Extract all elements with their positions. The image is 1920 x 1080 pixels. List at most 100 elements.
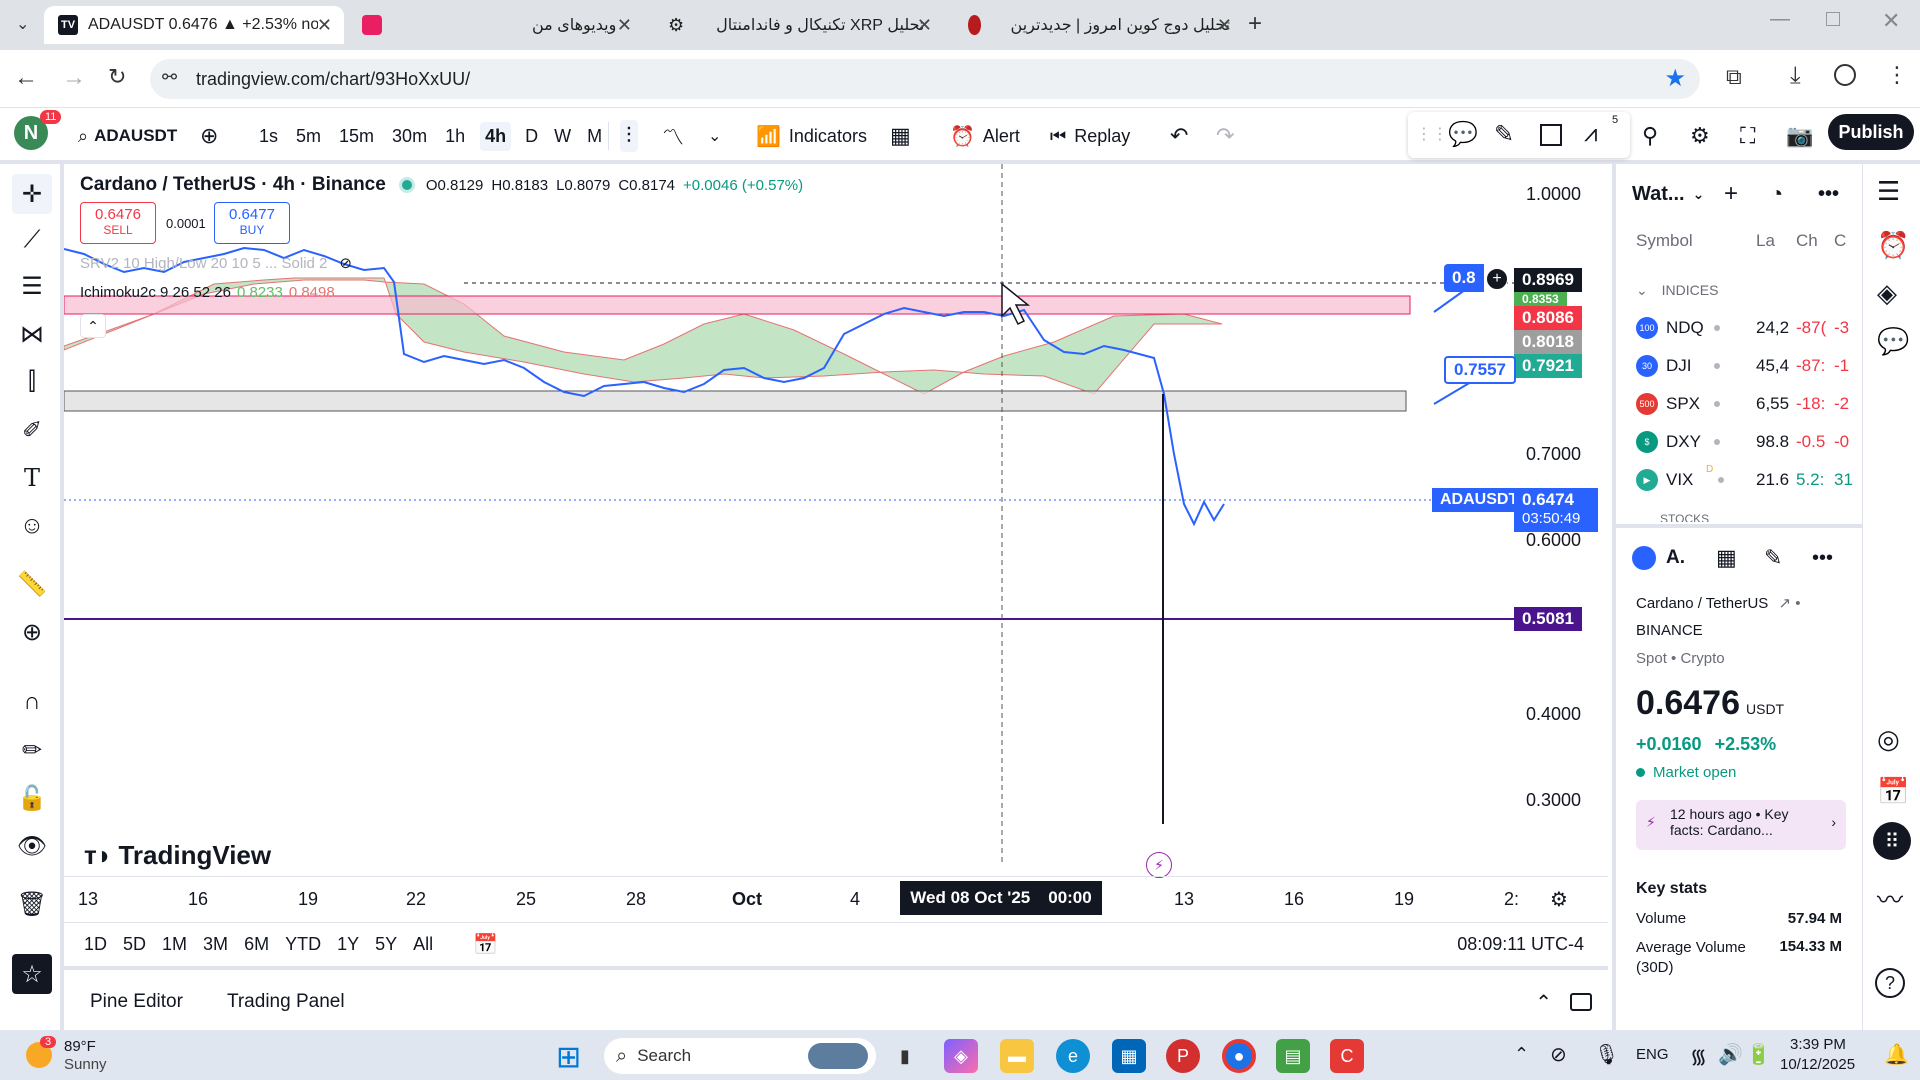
candles-chart-type-icon[interactable]: ⫶	[620, 120, 638, 152]
copilot-icon[interactable]: ◈	[944, 1039, 978, 1073]
emoji-icon[interactable]: ☺	[12, 506, 52, 546]
details-name[interactable]: Cardano / TetherUS ↗ •	[1636, 594, 1800, 612]
symbol-search-button[interactable]: ⌕ ADAUSDT	[78, 120, 177, 152]
col-chg[interactable]: Ch	[1796, 231, 1818, 251]
notification-bell-icon[interactable]: 🔔	[1884, 1042, 1909, 1067]
clock-date[interactable]: 10/12/2025	[1780, 1056, 1855, 1073]
mic-icon[interactable]: 🎙	[1594, 1042, 1619, 1067]
range-3m[interactable]: 3M	[203, 934, 228, 955]
buy-button[interactable]: 0.6477 BUY	[214, 202, 290, 244]
eye-icon[interactable]: 👁	[12, 826, 52, 866]
url-field[interactable]: ⚯ tradingview.com/chart/93HoXxUU/ ★	[150, 59, 1700, 99]
tab-search-chevron-icon[interactable]: ⌄	[16, 14, 29, 34]
watchlist-title[interactable]: Wat...	[1632, 183, 1685, 206]
details-more-icon[interactable]: •••	[1812, 547, 1833, 570]
watchlist-row[interactable]: 100 NDQ 24,2 -87(-3	[1616, 310, 1862, 346]
layout-grid-icon[interactable]: ▦	[890, 120, 911, 152]
favorites-star-icon[interactable]: ☆	[12, 954, 52, 994]
drag-handle-icon[interactable]: ⋮⋮	[1416, 124, 1448, 144]
advanced-view-icon[interactable]: ◔	[1770, 181, 1783, 207]
indicators-button[interactable]: 📶 Indicators	[756, 120, 867, 152]
interval-30m[interactable]: 30m	[392, 126, 427, 147]
target-icon[interactable]: ◎	[1877, 724, 1900, 755]
text-tool-icon[interactable]: T	[12, 458, 52, 498]
file-explorer-icon[interactable]: ▬	[1000, 1039, 1034, 1073]
rectangle-icon[interactable]	[1540, 124, 1562, 146]
brush-icon[interactable]: ✎	[1494, 120, 1514, 149]
callout-icon[interactable]: 💬	[1448, 120, 1478, 149]
settings-gear-icon[interactable]: ⚙	[1690, 120, 1710, 152]
watchlist-chevron-icon[interactable]: ⌄	[1693, 186, 1705, 203]
callout-label-top[interactable]: 0.8	[1444, 264, 1484, 292]
profile-icon[interactable]	[1834, 64, 1856, 86]
crosshair-icon[interactable]: ✛	[12, 174, 52, 214]
lightning-icon[interactable]: ⚡	[1146, 852, 1172, 878]
download-icon[interactable]: ⤓	[1790, 62, 1801, 90]
browser-tab-xrp[interactable]: ⚙ تحلیل XRP تکنیکال و فاندامنتال ✕	[644, 6, 944, 44]
interval-1h[interactable]: 1h	[445, 126, 465, 147]
interval-15m[interactable]: 15m	[339, 126, 374, 147]
tab-close-icon[interactable]: ✕	[917, 15, 932, 36]
interval-m[interactable]: M	[587, 126, 602, 147]
external-link-icon[interactable]: ↗ •	[1778, 595, 1800, 612]
quick-search-icon[interactable]: ⚲	[1642, 120, 1658, 152]
forecast-icon[interactable]: ⫿	[12, 362, 52, 402]
details-grid-icon[interactable]: ▦	[1716, 545, 1737, 571]
compare-plus-icon[interactable]: ⊕	[200, 120, 218, 152]
task-view-icon[interactable]: ▮	[888, 1039, 922, 1073]
chrome-icon[interactable]: ●	[1222, 1039, 1256, 1073]
app-red-icon[interactable]: C	[1330, 1039, 1364, 1073]
range-all[interactable]: All	[413, 934, 433, 955]
back-arrow-icon[interactable]: ←	[14, 64, 38, 92]
interval-w[interactable]: W	[554, 126, 571, 147]
apps-grid-icon[interactable]: ⠿	[1873, 822, 1911, 860]
pattern-icon[interactable]: ⩘	[1584, 120, 1598, 148]
app-p-icon[interactable]: P	[1166, 1039, 1200, 1073]
time-axis[interactable]: 13 16 19 22 25 28 Oct 4 Wed 08 Oct '25 0…	[64, 876, 1608, 922]
chart-pane[interactable]: Cardano / TetherUS · 4h · Binance O0.812…	[64, 164, 1608, 922]
col-last[interactable]: La	[1756, 231, 1775, 251]
tab-close-icon[interactable]: ✕	[617, 15, 632, 36]
chat-icon[interactable]: 💬	[1877, 326, 1909, 357]
expand-panel-icon[interactable]: ⌃	[1535, 990, 1552, 1015]
watchlist-row[interactable]: ▶ VIX D 21.6 5.2: 31	[1616, 462, 1862, 498]
line-chart-icon[interactable]: 〽	[662, 120, 684, 152]
tab-close-icon[interactable]: ✕	[1217, 15, 1232, 36]
trash-icon[interactable]: 🗑	[12, 884, 52, 924]
fib-retracement-icon[interactable]: ☰	[12, 266, 52, 306]
browser-tab-videos[interactable]: ویدیوهای من ✕	[344, 6, 644, 44]
bookmark-star-icon[interactable]: ★	[1664, 64, 1686, 93]
range-5y[interactable]: 5Y	[375, 934, 397, 955]
language-indicator[interactable]: ENG	[1636, 1046, 1669, 1063]
store-icon[interactable]: ▦	[1112, 1039, 1146, 1073]
more-options-icon[interactable]: •••	[1818, 183, 1839, 206]
layers-icon[interactable]: ◈	[1877, 278, 1897, 309]
interval-d[interactable]: D	[525, 126, 538, 147]
battery-icon[interactable]: 🔋	[1746, 1042, 1771, 1067]
interval-5m[interactable]: 5m	[296, 126, 321, 147]
range-ytd[interactable]: YTD	[285, 934, 321, 955]
edit-note-icon[interactable]: ✎	[1764, 545, 1782, 571]
col-symbol[interactable]: Symbol	[1636, 231, 1693, 251]
publish-button[interactable]: Publish	[1828, 114, 1914, 150]
replay-button[interactable]: ⏮ Replay	[1050, 120, 1130, 152]
add-symbol-plus-icon[interactable]: +	[1724, 180, 1738, 208]
edge-icon[interactable]: e	[1056, 1039, 1090, 1073]
indicator-legend-2[interactable]: Ichimoku2c 9 26 52 26 0.8233 0.8498	[80, 284, 335, 301]
range-1d[interactable]: 1D	[84, 934, 107, 955]
restore-icon[interactable]	[1826, 12, 1840, 26]
news-card[interactable]: ⚡ 12 hours ago • Key facts: Cardano... ›	[1636, 800, 1846, 850]
trading-panel-tab[interactable]: Trading Panel	[227, 991, 345, 1013]
interval-1s[interactable]: 1s	[259, 126, 278, 147]
chart-type-chevron-icon[interactable]: ⌄	[708, 120, 721, 152]
range-5d[interactable]: 5D	[123, 934, 146, 955]
details-short[interactable]: A.	[1666, 547, 1685, 569]
browser-tab-doge[interactable]: تحلیل دوج کوین امروز | جدیدترین ✕	[944, 6, 1244, 44]
lock-icon[interactable]: 🔓	[12, 778, 52, 818]
help-icon[interactable]: ?	[1875, 968, 1905, 998]
pine-editor-tab[interactable]: Pine Editor	[90, 991, 183, 1013]
pattern-tool-icon[interactable]: ⋈	[12, 314, 52, 354]
taskbar-search[interactable]: ⌕ Search	[604, 1038, 876, 1074]
range-1m[interactable]: 1M	[162, 934, 187, 955]
fullscreen-icon[interactable]: ⛶	[1740, 120, 1755, 152]
